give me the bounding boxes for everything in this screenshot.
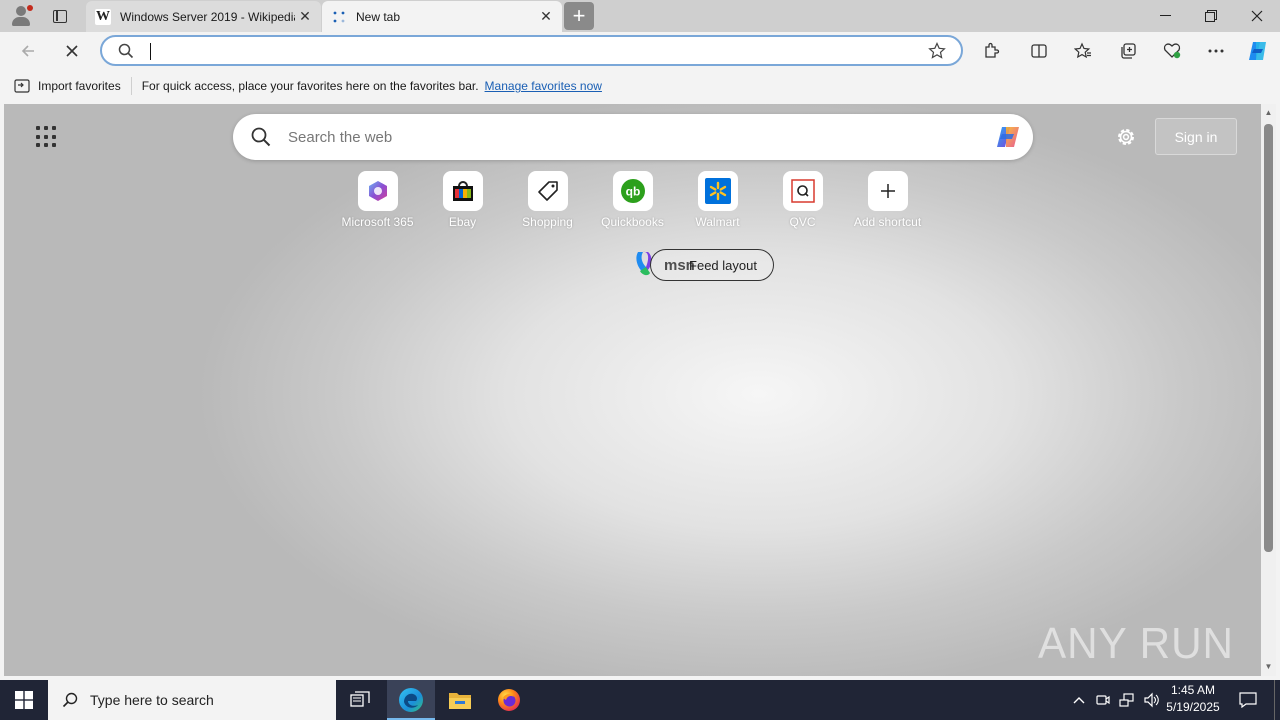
system-clock[interactable]: 1:45 AM 5/19/2025 [1160, 682, 1226, 718]
shortcut-label: Microsoft 365 [341, 215, 414, 229]
volume-icon[interactable] [1140, 680, 1162, 720]
sign-in-button[interactable]: Sign in [1155, 118, 1237, 155]
copilot-icon[interactable] [993, 122, 1023, 152]
stop-loading-button[interactable] [57, 36, 87, 66]
web-search-box[interactable] [233, 114, 1033, 160]
tab-wikipedia[interactable]: W Windows Server 2019 - Wikipedia ✕ [86, 1, 321, 32]
import-favorites-button[interactable]: Import favorites [14, 77, 132, 95]
app-launcher-icon[interactable] [36, 126, 58, 148]
shortcut-walmart[interactable]: Walmart [675, 171, 760, 229]
tab-actions-icon[interactable] [46, 5, 74, 27]
price-tag-icon [537, 181, 558, 201]
close-tab-icon[interactable]: ✕ [536, 7, 556, 27]
feed-layout-label: Feed layout [689, 257, 757, 273]
shortcut-shopping[interactable]: Shopping [505, 171, 590, 229]
page-scrollbar[interactable]: ▲ ▼ [1261, 104, 1276, 676]
windows-logo-icon [15, 691, 33, 709]
show-hidden-icons-button[interactable] [1068, 680, 1090, 720]
taskbar-file-explorer-button[interactable] [436, 680, 484, 720]
network-icon[interactable] [1116, 680, 1138, 720]
taskbar-search-box[interactable]: Type here to search [48, 680, 336, 720]
walmart-icon [704, 178, 731, 204]
profile-icon[interactable] [8, 4, 34, 28]
loading-icon [331, 9, 347, 25]
split-screen-icon[interactable] [1024, 36, 1054, 66]
svg-text:ANY RUN: ANY RUN [1038, 619, 1234, 668]
web-search-input[interactable] [288, 124, 968, 150]
taskbar-search-placeholder: Type here to search [90, 692, 214, 708]
start-button[interactable] [0, 680, 48, 720]
folder-icon [449, 693, 471, 709]
task-view-icon [350, 691, 370, 707]
tab-title: Windows Server 2019 - Wikipedia [120, 9, 295, 24]
search-icon [118, 43, 134, 59]
microsoft-365-icon [368, 181, 387, 201]
firefox-icon [498, 689, 520, 711]
scrollbar-thumb[interactable] [1264, 124, 1273, 552]
import-icon [14, 79, 30, 93]
browser-essentials-icon[interactable] [1157, 36, 1187, 66]
notification-icon [1239, 692, 1257, 708]
svg-text:qb: qb [625, 185, 640, 199]
shortcut-label: Shopping [522, 215, 573, 229]
close-window-button[interactable] [1234, 0, 1280, 32]
navigation-bar [0, 32, 1280, 70]
minimize-button[interactable] [1142, 0, 1188, 32]
taskbar-firefox-button[interactable] [485, 680, 533, 720]
scroll-up-arrow-icon[interactable]: ▲ [1263, 108, 1274, 118]
address-bar[interactable] [100, 35, 963, 66]
page-settings-icon[interactable] [1114, 125, 1138, 149]
import-favorites-label: Import favorites [38, 79, 121, 93]
feed-layout-button[interactable]: Feed layout [650, 249, 774, 281]
search-icon [251, 127, 271, 147]
shortcut-quickbooks[interactable]: qb Quickbooks [590, 171, 675, 229]
back-button[interactable] [13, 36, 43, 66]
address-input[interactable] [150, 41, 910, 61]
manage-favorites-link[interactable]: Manage favorites now [485, 79, 602, 93]
windows-taskbar: Type here to search 1:45 AM 5/19/2025 [0, 680, 1280, 720]
taskbar-edge-button[interactable] [387, 680, 435, 720]
extensions-icon[interactable] [976, 36, 1006, 66]
tab-new-tab[interactable]: New tab ✕ [322, 1, 562, 32]
shortcut-label: Walmart [695, 215, 740, 229]
action-center-button[interactable] [1232, 680, 1264, 720]
favorites-bar: Import favorites For quick access, place… [0, 70, 1280, 102]
favorites-bar-message: For quick access, place your favorites h… [141, 79, 479, 93]
shortcut-label: Add shortcut [853, 215, 922, 229]
meet-now-icon[interactable] [1092, 680, 1114, 720]
shortcut-microsoft-365[interactable]: Microsoft 365 [335, 171, 420, 229]
favorites-icon[interactable] [1068, 36, 1098, 66]
collections-icon[interactable] [1113, 36, 1143, 66]
shortcut-label: Quickbooks [601, 215, 664, 229]
quickbooks-icon: qb [620, 179, 645, 203]
restore-button[interactable] [1188, 0, 1234, 32]
ebay-icon [452, 181, 473, 201]
qvc-icon [790, 179, 815, 203]
title-bar: W Windows Server 2019 - Wikipedia ✕ New … [0, 0, 1280, 32]
shortcut-label: Ebay [448, 215, 477, 229]
show-desktop-button[interactable] [1274, 680, 1280, 720]
shortcut-ebay[interactable]: Ebay [420, 171, 505, 229]
scroll-down-arrow-icon[interactable]: ▼ [1263, 662, 1274, 672]
new-tab-button[interactable]: + [564, 2, 594, 30]
clock-date: 5/19/2025 [1166, 700, 1220, 714]
copilot-icon[interactable] [1243, 36, 1273, 66]
favorite-star-icon[interactable] [928, 42, 946, 60]
task-view-button[interactable] [336, 680, 384, 720]
shortcut-label: QVC [789, 215, 816, 229]
tab-title: New tab [356, 9, 401, 24]
settings-more-icon[interactable] [1201, 36, 1231, 66]
shortcut-qvc[interactable]: QVC [760, 171, 845, 229]
new-tab-page: Sign in Microsoft 365 Ebay Shoppin [4, 104, 1261, 676]
wikipedia-icon: W [95, 8, 111, 25]
close-tab-icon[interactable]: ✕ [295, 7, 315, 27]
anyrun-watermark: ANY RUN [1038, 619, 1234, 668]
clock-time: 1:45 AM [1170, 683, 1216, 697]
add-shortcut-button[interactable]: Add shortcut [845, 171, 930, 229]
search-icon [62, 692, 78, 708]
edge-icon [399, 688, 423, 712]
plus-icon [880, 184, 895, 198]
